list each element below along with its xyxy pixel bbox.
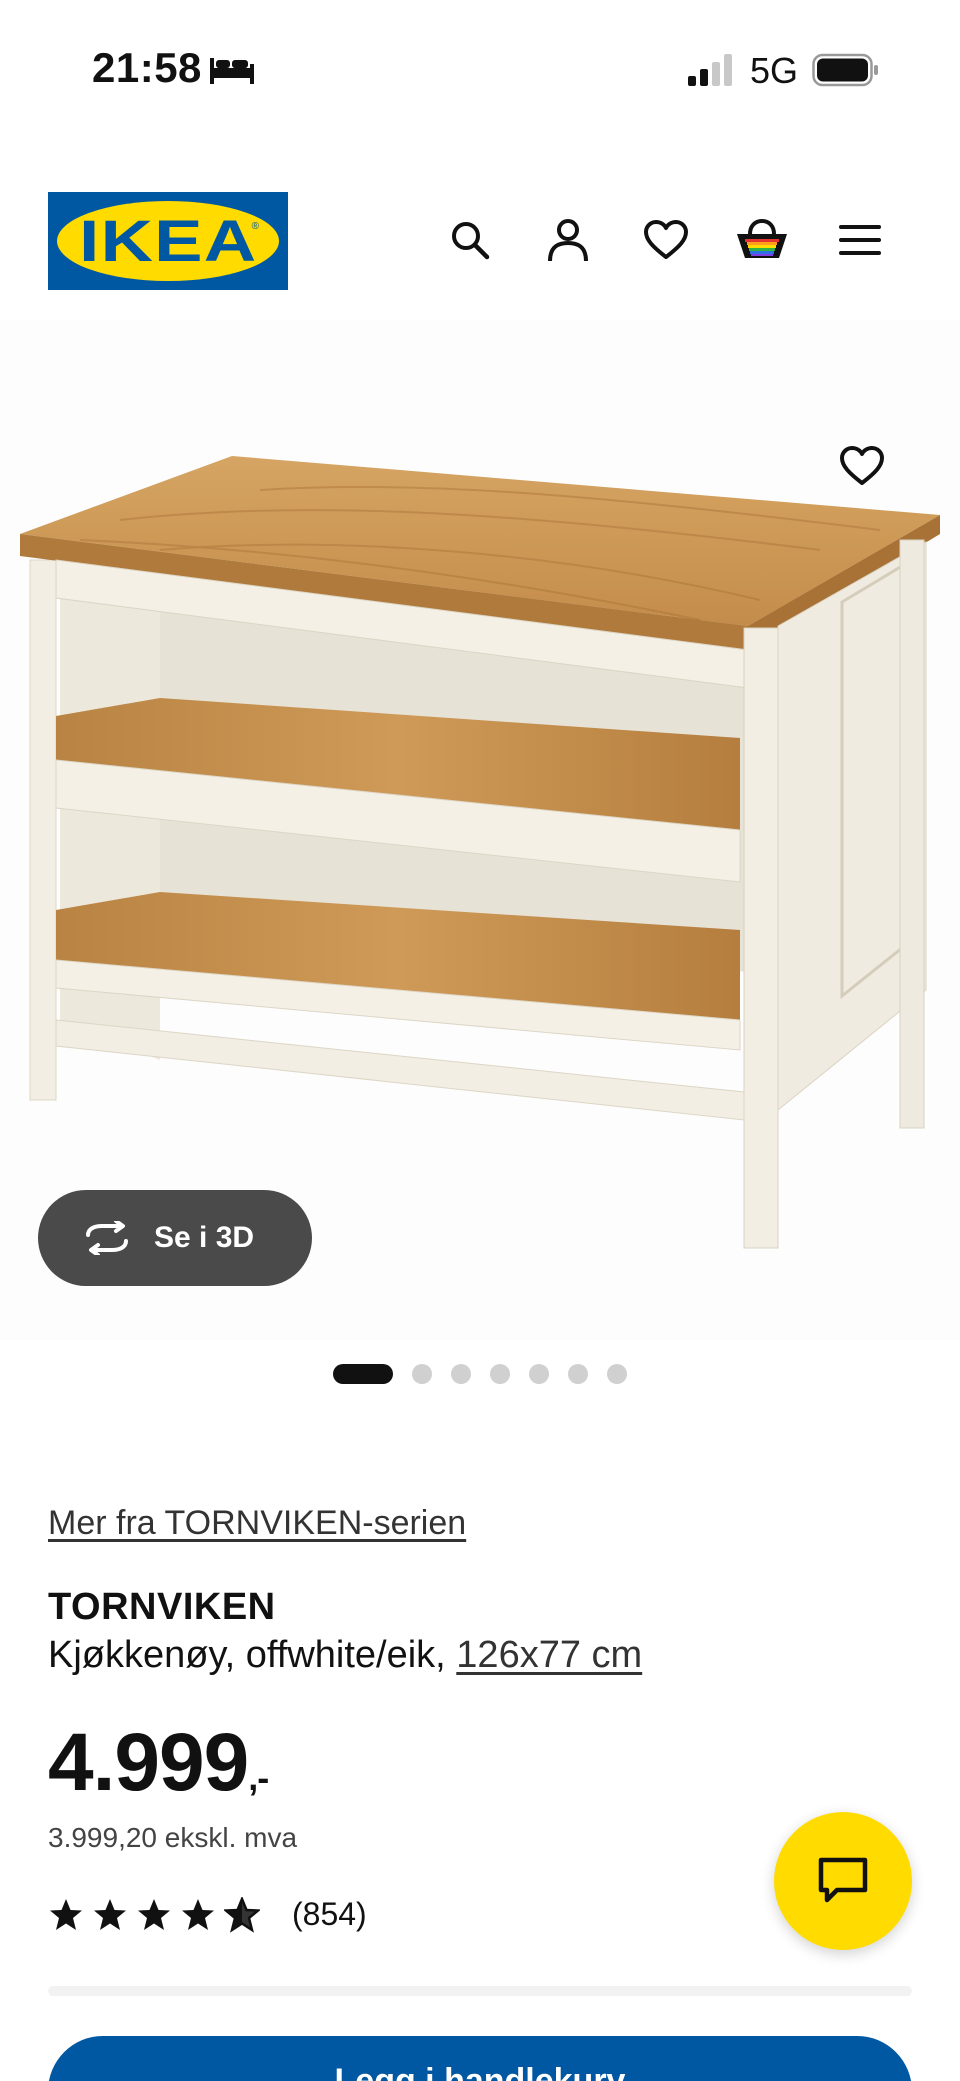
series-link[interactable]: Mer fra TORNVIKEN-serien bbox=[48, 1504, 466, 1543]
star-icon bbox=[94, 1898, 126, 1930]
carousel-dot[interactable] bbox=[529, 1364, 549, 1384]
carousel-dot[interactable] bbox=[412, 1364, 432, 1384]
cart-icon[interactable] bbox=[734, 212, 790, 268]
status-bar: 21:58 5G bbox=[0, 0, 960, 140]
carousel-dot[interactable] bbox=[607, 1364, 627, 1384]
price-excl-vat: 3.999,20 ekskl. mva bbox=[48, 1822, 298, 1853]
heart-icon bbox=[840, 446, 884, 485]
account-icon[interactable] bbox=[540, 212, 596, 268]
logo-oval: IKEA ® bbox=[57, 201, 279, 281]
rotate-3d-icon bbox=[86, 1221, 128, 1255]
battery-icon bbox=[812, 53, 878, 87]
kitchen-island-illustration bbox=[20, 456, 940, 1249]
carousel-dot[interactable] bbox=[333, 1364, 393, 1384]
chat-icon bbox=[818, 1857, 868, 1903]
ikea-logo[interactable]: IKEA ® bbox=[48, 192, 288, 290]
signal-icon bbox=[688, 54, 732, 86]
product-price: 4.999,- bbox=[48, 1716, 269, 1810]
view-in-3d-label: Se i 3D bbox=[154, 1221, 255, 1254]
view-in-3d-button[interactable]: Se i 3D bbox=[38, 1190, 312, 1286]
section-divider bbox=[48, 1986, 912, 1996]
menu-icon[interactable] bbox=[832, 212, 888, 268]
rating-count: (854) bbox=[292, 1896, 367, 1932]
image-carousel-indicator bbox=[0, 1364, 960, 1384]
save-to-wishlist-button[interactable] bbox=[832, 436, 892, 496]
product-image[interactable] bbox=[0, 320, 960, 1340]
half-star-icon bbox=[224, 1896, 260, 1933]
product-description-text: Kjøkkenøy, offwhite/eik, bbox=[48, 1634, 457, 1676]
heart-icon[interactable] bbox=[638, 212, 694, 268]
logo-registered-mark: ® bbox=[251, 221, 259, 232]
status-time: 21:58 bbox=[92, 44, 202, 91]
add-to-cart-label: Legg i handlekurv bbox=[334, 2062, 626, 2081]
product-size-link[interactable]: 126x77 cm bbox=[456, 1634, 642, 1676]
product-description: Kjøkkenøy, offwhite/eik, 126x77 cm bbox=[48, 1634, 642, 1677]
chat-button[interactable] bbox=[774, 1812, 912, 1950]
network-label: 5G bbox=[750, 50, 799, 91]
star-icon bbox=[138, 1898, 170, 1930]
search-icon[interactable] bbox=[442, 212, 498, 268]
price-value: 4.999 bbox=[48, 1717, 249, 1808]
product-rating[interactable]: (854) bbox=[48, 1896, 367, 1933]
star-icon bbox=[182, 1898, 214, 1930]
star-icon bbox=[50, 1898, 82, 1930]
carousel-dot[interactable] bbox=[568, 1364, 588, 1384]
add-to-cart-button[interactable]: Legg i handlekurv bbox=[48, 2036, 912, 2081]
price-suffix: ,- bbox=[248, 1757, 269, 1798]
bed-icon bbox=[210, 58, 254, 84]
carousel-dot[interactable] bbox=[490, 1364, 510, 1384]
logo-text: IKEA bbox=[78, 208, 258, 274]
carousel-dot[interactable] bbox=[451, 1364, 471, 1384]
product-name: TORNVIKEN bbox=[48, 1586, 276, 1628]
